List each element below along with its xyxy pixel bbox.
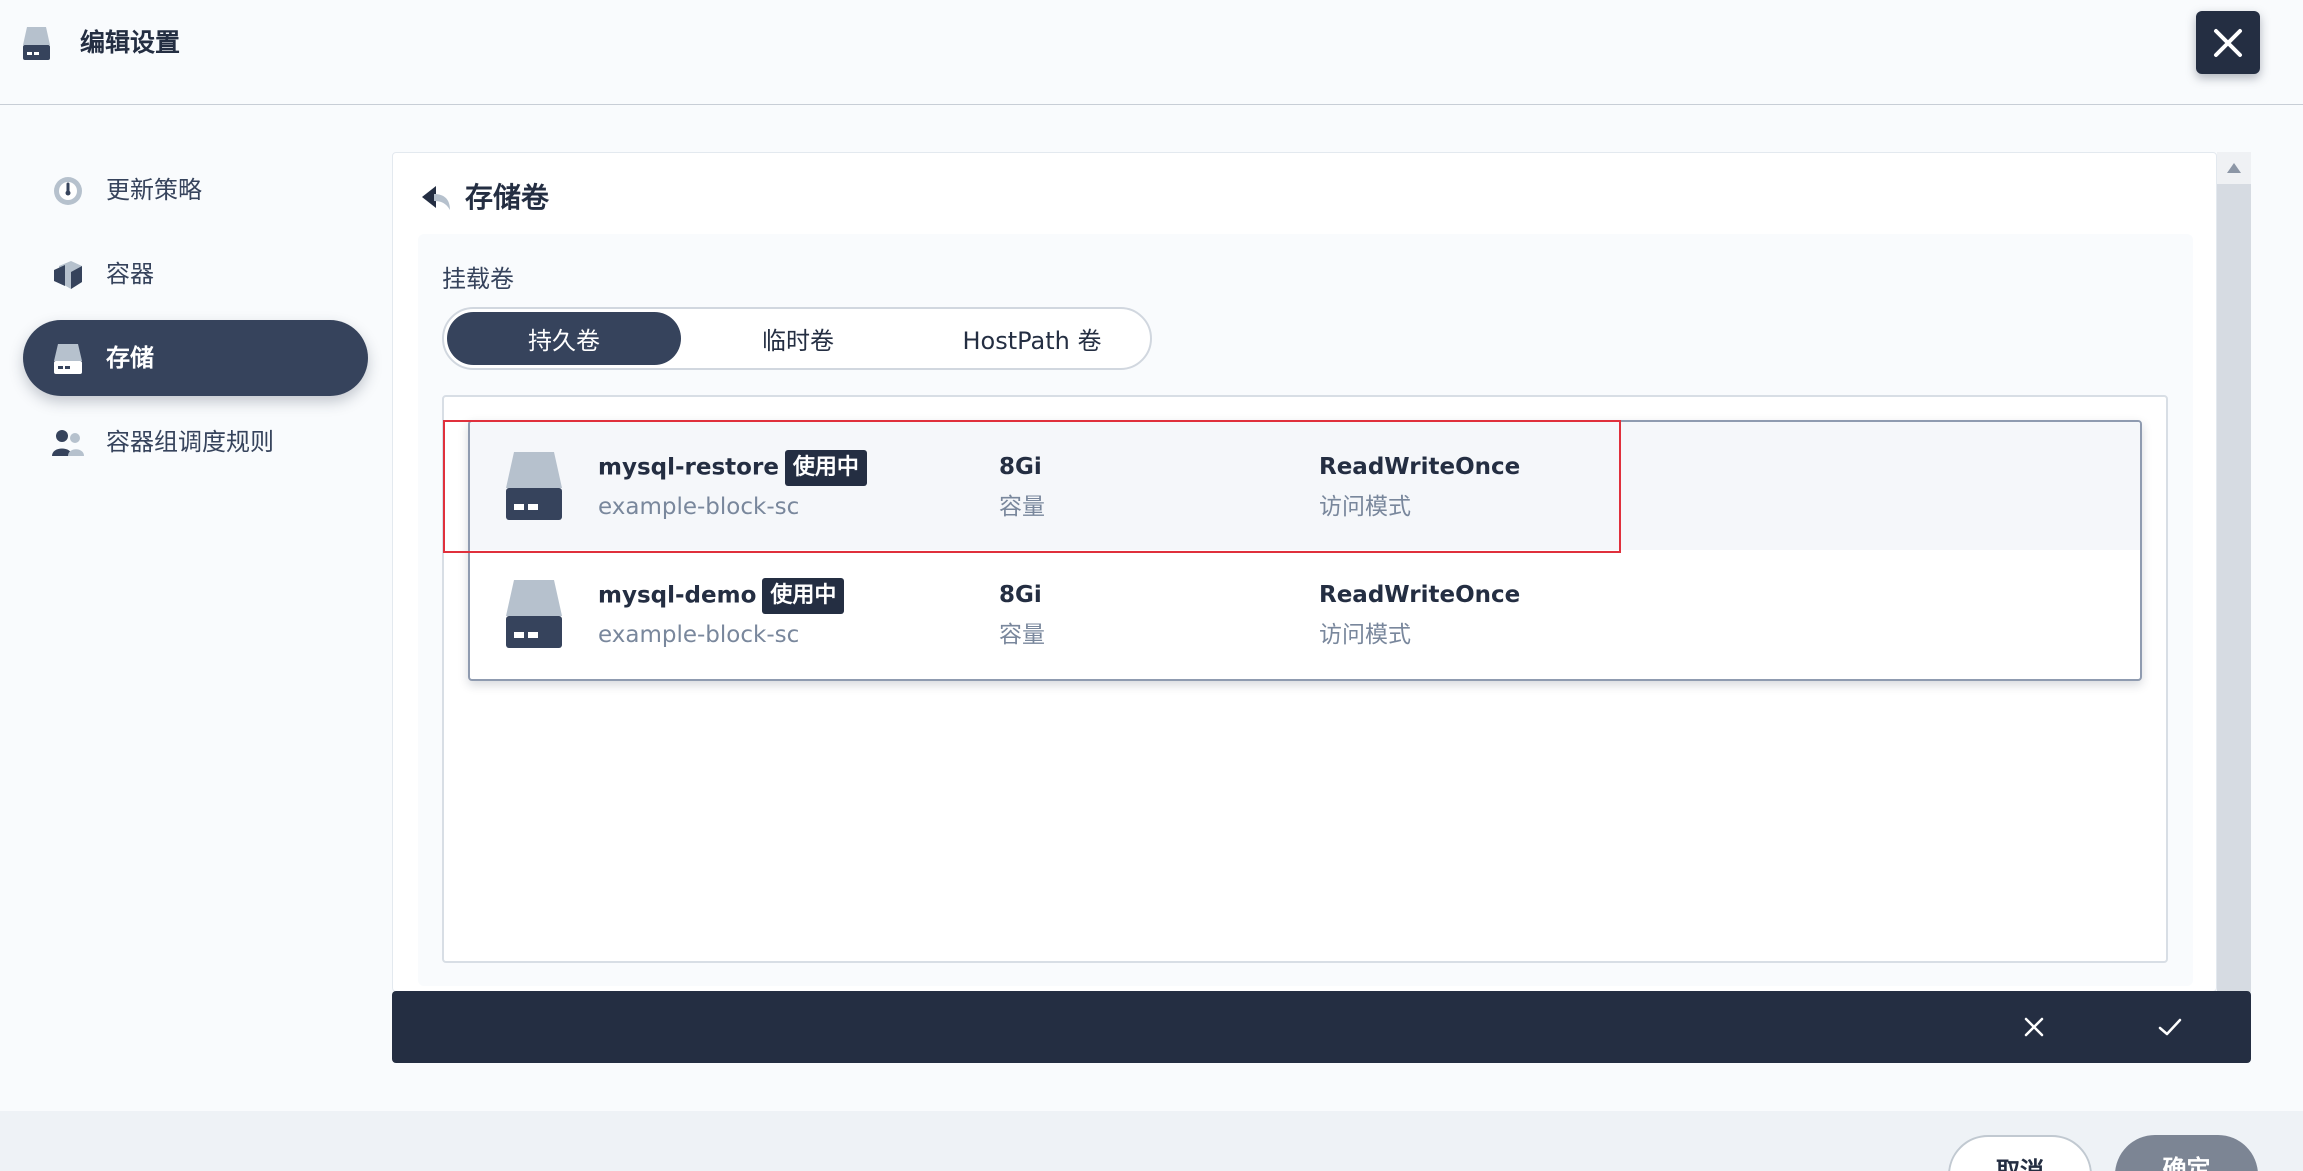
- sidebar-item-label: 存储: [106, 344, 154, 372]
- edit-settings-modal: 编辑设置 更新策略 容器 存储 容器组调度规则 存储卷 挂载卷 持久卷 临时卷 …: [0, 0, 2303, 1171]
- modal-footer: 取消 确定: [0, 1111, 2303, 1171]
- back-arrow-icon[interactable]: [422, 184, 452, 212]
- check-icon: [2158, 1018, 2182, 1036]
- sidebar-item-pod-scheduling[interactable]: 容器组调度规则: [23, 404, 368, 480]
- volume-storage-class: example-block-sc: [598, 494, 800, 520]
- drive-icon: [506, 580, 562, 648]
- drive-icon: [54, 344, 82, 374]
- volume-name: mysql-demo: [598, 582, 757, 609]
- cancel-button[interactable]: 取消: [1948, 1135, 2092, 1171]
- cube-icon: [54, 261, 82, 289]
- tab-temporary-volume[interactable]: 临时卷: [681, 312, 915, 365]
- close-icon: [2214, 28, 2242, 57]
- volume-option-mysql-restore[interactable]: mysql-restore 使用中 example-block-sc 8Gi 容量…: [470, 422, 2140, 550]
- volume-action-bar: [392, 991, 2251, 1063]
- panel-title: 存储卷: [465, 181, 550, 214]
- drive-icon: [506, 452, 562, 520]
- close-button[interactable]: [2196, 11, 2260, 74]
- status-badge: 使用中: [762, 578, 845, 614]
- volume-dropdown-list: mysql-restore 使用中 example-block-sc 8Gi 容量…: [468, 420, 2142, 681]
- scroll-up-button[interactable]: [2217, 152, 2251, 184]
- volume-access-mode: ReadWriteOnce: [1319, 582, 1521, 608]
- volume-name-line: mysql-restore 使用中: [598, 450, 867, 486]
- volume-capacity: 8Gi: [999, 582, 1042, 608]
- confirm-volume-button[interactable]: [2134, 991, 2206, 1063]
- ok-button[interactable]: 确定: [2115, 1135, 2258, 1171]
- volume-storage-class: example-block-sc: [598, 622, 800, 648]
- triangle-up-icon: [2227, 163, 2241, 173]
- volume-access-mode-label: 访问模式: [1319, 494, 1411, 520]
- users-icon: [52, 430, 84, 456]
- volume-access-mode-label: 访问模式: [1319, 622, 1411, 648]
- cancel-volume-button[interactable]: [1998, 991, 2070, 1063]
- sidebar-item-label: 更新策略: [106, 176, 202, 204]
- volume-type-tabs: 持久卷 临时卷 HostPath 卷: [442, 307, 1152, 370]
- mount-volumes-label: 挂载卷: [442, 265, 514, 293]
- sidebar-item-update-strategy[interactable]: 更新策略: [23, 152, 368, 228]
- gauge-icon: [54, 177, 82, 205]
- volume-capacity-label: 容量: [999, 622, 1045, 648]
- volume-name-line: mysql-demo 使用中: [598, 578, 845, 614]
- drive-icon: [23, 27, 50, 60]
- tab-persistent-volume[interactable]: 持久卷: [447, 312, 681, 365]
- close-icon: [2024, 1017, 2044, 1037]
- volume-access-mode: ReadWriteOnce: [1319, 454, 1521, 480]
- modal-header: 编辑设置: [0, 0, 2303, 105]
- sidebar-item-containers[interactable]: 容器: [23, 236, 368, 312]
- modal-title: 编辑设置: [80, 28, 181, 57]
- volume-capacity: 8Gi: [999, 454, 1042, 480]
- volume-capacity-label: 容量: [999, 494, 1045, 520]
- volume-option-mysql-demo[interactable]: mysql-demo 使用中 example-block-sc 8Gi 容量 Re…: [470, 550, 2140, 678]
- sidebar-item-label: 容器: [106, 260, 154, 288]
- tab-hostpath-volume[interactable]: HostPath 卷: [915, 312, 1149, 365]
- status-badge: 使用中: [784, 450, 867, 486]
- sidebar-item-label: 容器组调度规则: [106, 428, 274, 456]
- volume-name: mysql-restore: [598, 454, 779, 481]
- sidebar-item-storage[interactable]: 存储: [23, 320, 368, 396]
- scrollbar-thumb[interactable]: [2217, 184, 2251, 992]
